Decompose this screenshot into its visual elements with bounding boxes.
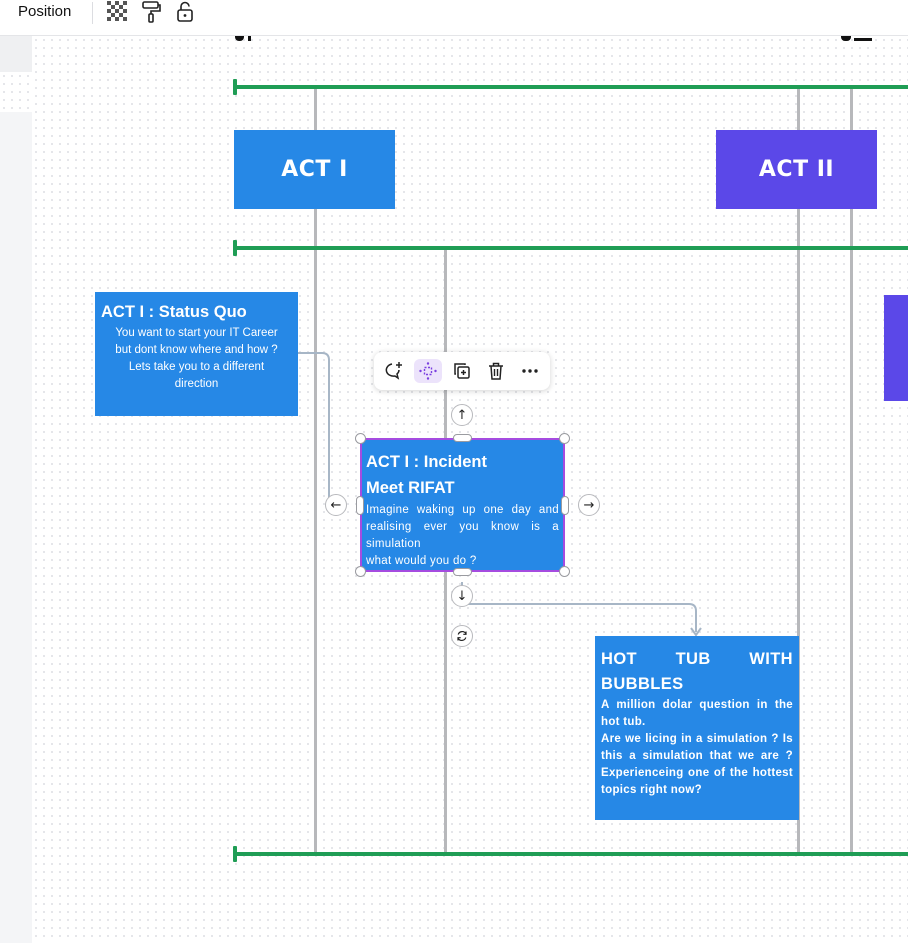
position-button[interactable]: Position bbox=[18, 3, 71, 20]
hot-tub-body-1: A million dolar question in the hot tub. bbox=[601, 699, 793, 728]
resize-handle-top[interactable] bbox=[453, 434, 472, 442]
resize-handle-top-left[interactable] bbox=[355, 433, 366, 444]
hot-tub-body-2: Are we licing in a simulation ? Is this … bbox=[601, 733, 793, 796]
connector-incident-hottub bbox=[461, 582, 697, 632]
connector-statusquo-incident bbox=[298, 352, 338, 506]
resize-handle-left[interactable] bbox=[356, 496, 364, 515]
add-connector-up-icon[interactable]: ↑ bbox=[451, 404, 473, 426]
status-quo-line-2: but dont know where and how ? bbox=[115, 344, 278, 356]
top-toolbar: Position bbox=[0, 0, 908, 36]
hot-tub-title: HOT TUB WITH BUBBLES bbox=[601, 650, 793, 693]
resize-handle-top-right[interactable] bbox=[559, 433, 570, 444]
unlock-icon[interactable] bbox=[173, 0, 197, 24]
paint-roller-icon[interactable] bbox=[139, 0, 163, 24]
delete-icon[interactable] bbox=[482, 359, 510, 383]
duplicate-icon[interactable] bbox=[448, 359, 476, 383]
status-quo-line-4: direction bbox=[174, 378, 219, 390]
resize-handle-right[interactable] bbox=[561, 496, 569, 515]
more-icon[interactable] bbox=[516, 359, 544, 383]
move-icon[interactable] bbox=[414, 359, 442, 383]
hot-tub-card[interactable]: HOT TUB WITH BUBBLES A million dolar que… bbox=[595, 636, 799, 820]
status-quo-title: ACT I : Status Quo bbox=[101, 303, 247, 321]
rotate-icon[interactable] bbox=[451, 625, 473, 647]
resize-handle-bottom-right[interactable] bbox=[559, 566, 570, 577]
resize-handle-bottom[interactable] bbox=[453, 568, 472, 576]
add-connector-down-icon[interactable]: ↓ bbox=[451, 585, 473, 607]
toolbar-divider bbox=[92, 2, 93, 24]
resize-handle-bottom-left[interactable] bbox=[355, 566, 366, 577]
selection-outline bbox=[360, 438, 565, 572]
status-quo-line-3: Lets take you to a different bbox=[128, 361, 265, 373]
element-context-toolbar bbox=[374, 352, 550, 390]
transparency-icon[interactable] bbox=[105, 0, 129, 24]
add-connector-right-icon[interactable]: → bbox=[578, 494, 600, 516]
add-connector-left-icon[interactable]: ← bbox=[325, 494, 347, 516]
comment-add-icon[interactable] bbox=[380, 359, 408, 383]
status-quo-card[interactable]: ACT I : Status Quo You want to start you… bbox=[95, 292, 298, 416]
status-quo-line-1: You want to start your IT Career bbox=[115, 327, 278, 339]
